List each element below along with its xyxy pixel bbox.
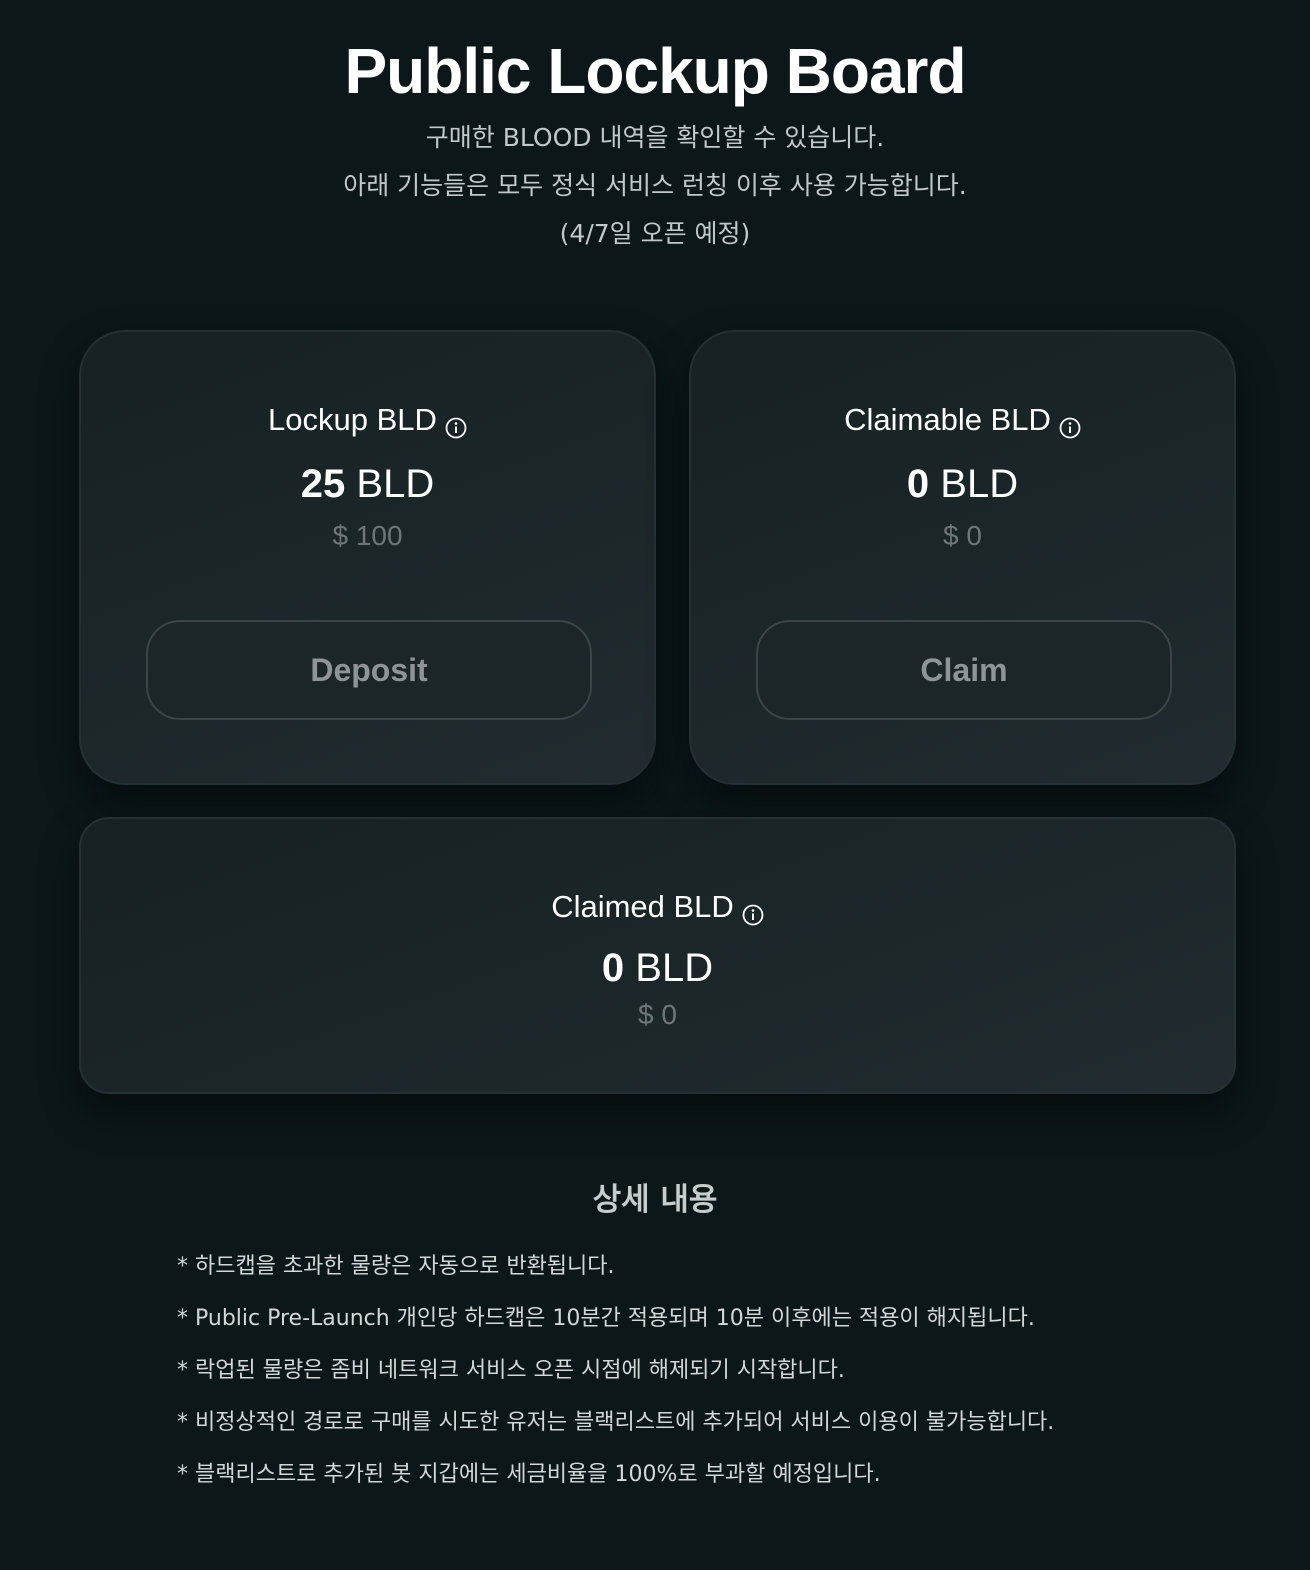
claim-button[interactable]: Claim: [756, 620, 1172, 720]
claimed-amount-value: 0: [601, 946, 625, 990]
lockup-amount: 25 BLD: [81, 459, 654, 509]
info-icon[interactable]: [742, 896, 764, 926]
subtitle-line-2: 아래 기능들은 모두 정식 서비스 런칭 이후 사용 가능합니다.: [343, 171, 967, 200]
lockup-board-page: Public Lockup Board 구매한 BLOOD 내역을 확인할 수 …: [0, 0, 1310, 1570]
deposit-button[interactable]: Deposit: [146, 620, 592, 720]
page-title: Public Lockup Board: [344, 35, 966, 107]
claimable-usd-value: $ 0: [943, 520, 982, 551]
claimed-title-label: Claimed BLD: [551, 889, 734, 924]
claimed-card: Claimed BLD 0 BLD $ 0: [79, 817, 1236, 1094]
page-header: Public Lockup Board 구매한 BLOOD 내역을 확인할 수 …: [0, 28, 1310, 258]
details-title: 상세 내용: [592, 1182, 718, 1218]
lockup-amount-unit: BLD: [356, 462, 435, 506]
subtitle-line-1: 구매한 BLOOD 내역을 확인할 수 있습니다.: [425, 123, 885, 152]
claimed-card-title: Claimed BLD: [81, 887, 1234, 927]
lockup-card-title: Lockup BLD: [81, 400, 654, 440]
list-item: * 블랙리스트로 추가된 봇 지갑에는 세금비율을 100%로 부과할 예정입니…: [177, 1462, 881, 1487]
details-list: * 하드캡을 초과한 물량은 자동으로 반환됩니다. * Public Pre-…: [177, 1241, 1054, 1501]
lockup-usd-value: $ 100: [332, 520, 403, 551]
info-icon[interactable]: [445, 409, 467, 439]
list-item: * 비정상적인 경로로 구매를 시도한 유저는 블랙리스트에 추가되어 서비스 …: [177, 1410, 1055, 1435]
list-item: * 락업된 물량은 좀비 네트워크 서비스 오픈 시점에 해제되기 시작합니다.: [177, 1358, 845, 1383]
info-icon[interactable]: [1059, 409, 1081, 439]
claimable-title-label: Claimable BLD: [844, 402, 1051, 437]
claimable-card: Claimable BLD 0 BLD $ 0 Claim: [689, 330, 1236, 785]
claimable-amount-unit: BLD: [940, 462, 1019, 506]
details-section: 상세 내용 * 하드캡을 초과한 물량은 자동으로 반환됩니다. * Publi…: [0, 1175, 1310, 1487]
claimable-amount: 0 BLD: [691, 459, 1234, 509]
list-item: * 하드캡을 초과한 물량은 자동으로 반환됩니다.: [177, 1254, 615, 1279]
lockup-amount-value: 25: [300, 462, 346, 506]
list-item: * Public Pre-Launch 개인당 하드캡은 10분간 적용되며 1…: [177, 1306, 1035, 1331]
claimable-amount-value: 0: [906, 462, 930, 506]
subtitle-line-3: (4/7일 오픈 예정): [559, 219, 751, 248]
lockup-title-label: Lockup BLD: [268, 402, 437, 437]
claimable-card-title: Claimable BLD: [691, 400, 1234, 440]
claimed-amount-unit: BLD: [635, 946, 714, 990]
claimed-amount: 0 BLD: [81, 943, 1234, 993]
lockup-card: Lockup BLD 25 BLD $ 100 Deposit: [79, 330, 656, 785]
claimed-usd-value: $ 0: [638, 999, 677, 1030]
